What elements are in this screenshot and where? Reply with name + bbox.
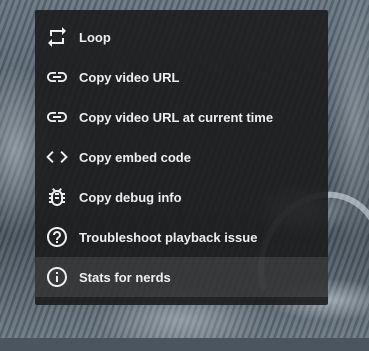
menu-item-copy-video-url-at-time[interactable]: Copy video URL at current time [35,97,328,137]
loop-icon [45,25,69,49]
menu-item-label: Copy video URL [79,69,180,85]
menu-item-label: Copy video URL at current time [79,109,274,125]
menu-item-copy-debug-info[interactable]: Copy debug info [35,177,328,217]
menu-item-label: Loop [79,29,111,45]
link-icon [45,105,69,129]
menu-item-label: Copy embed code [79,149,191,165]
menu-item-label: Copy debug info [79,189,182,205]
help-circle-icon [45,225,69,249]
menu-item-label: Stats for nerds [79,269,171,285]
player-context-menu: Loop Copy video URL Copy video URL at cu… [35,10,328,305]
menu-item-troubleshoot-playback[interactable]: Troubleshoot playback issue [35,217,328,257]
menu-item-label: Troubleshoot playback issue [79,229,258,245]
menu-item-stats-for-nerds[interactable]: Stats for nerds [35,257,328,297]
menu-item-loop[interactable]: Loop [35,17,328,57]
menu-item-copy-video-url[interactable]: Copy video URL [35,57,328,97]
link-icon [45,65,69,89]
bug-icon [45,185,69,209]
menu-item-copy-embed-code[interactable]: Copy embed code [35,137,328,177]
code-icon [45,145,69,169]
info-circle-icon [45,265,69,289]
